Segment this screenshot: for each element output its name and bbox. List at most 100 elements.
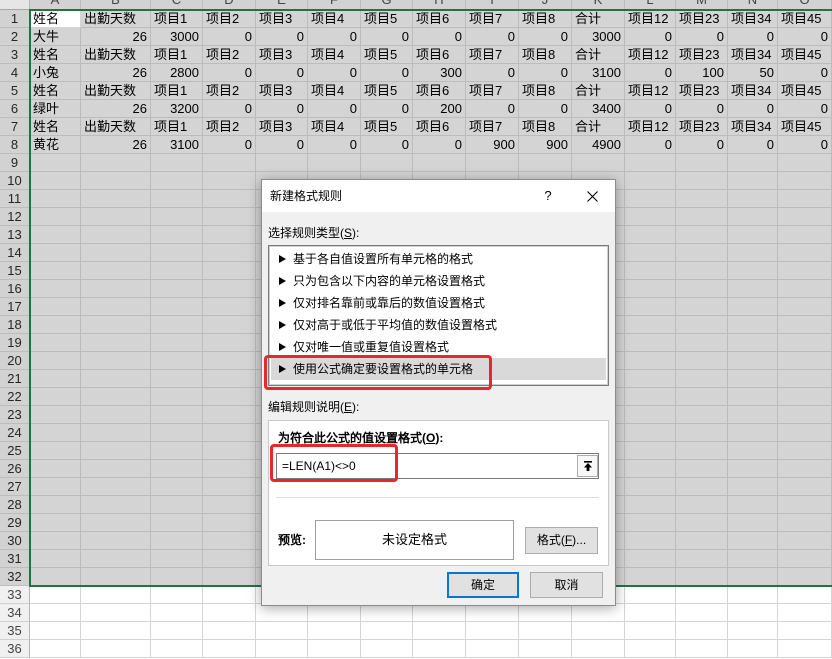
cell[interactable]: 26 — [81, 136, 151, 154]
row-header[interactable]: 11 — [0, 190, 30, 208]
rule-type-item[interactable]: 只为包含以下内容的单元格设置格式 — [271, 270, 606, 292]
cell[interactable] — [676, 316, 728, 334]
cell[interactable] — [728, 622, 778, 640]
cell[interactable] — [676, 226, 728, 244]
cell[interactable]: 0 — [361, 136, 413, 154]
row-header[interactable]: 7 — [0, 118, 30, 136]
row-header[interactable]: 16 — [0, 280, 30, 298]
cell[interactable] — [676, 190, 728, 208]
cell[interactable] — [30, 190, 81, 208]
cell[interactable]: 项目8 — [519, 82, 572, 100]
cell[interactable]: 项目3 — [256, 118, 308, 136]
cell[interactable] — [81, 550, 151, 568]
cell[interactable]: 项目3 — [256, 82, 308, 100]
formula-field[interactable] — [276, 453, 599, 479]
cell[interactable] — [81, 388, 151, 406]
cell[interactable]: 900 — [466, 136, 519, 154]
cell[interactable] — [625, 334, 676, 352]
cell[interactable] — [676, 442, 728, 460]
cell[interactable] — [728, 316, 778, 334]
cell[interactable]: 项目8 — [519, 10, 572, 28]
cell[interactable] — [30, 640, 81, 658]
cell[interactable] — [778, 424, 832, 442]
cell[interactable] — [625, 604, 676, 622]
cell[interactable] — [81, 262, 151, 280]
cell[interactable] — [151, 370, 203, 388]
cell[interactable] — [203, 316, 256, 334]
cell[interactable]: 3100 — [572, 64, 625, 82]
cell[interactable] — [676, 424, 728, 442]
cell[interactable] — [30, 604, 81, 622]
cell[interactable]: 0 — [519, 28, 572, 46]
cell[interactable]: 项目12 — [625, 10, 676, 28]
cell[interactable] — [676, 532, 728, 550]
row-header[interactable]: 14 — [0, 244, 30, 262]
cell[interactable]: 0 — [361, 64, 413, 82]
cell[interactable]: 0 — [778, 64, 832, 82]
row-header[interactable]: 3 — [0, 46, 30, 64]
cell[interactable]: 项目7 — [466, 10, 519, 28]
cell[interactable] — [203, 496, 256, 514]
row-header[interactable]: 18 — [0, 316, 30, 334]
cell[interactable] — [676, 496, 728, 514]
cell[interactable]: 100 — [676, 64, 728, 82]
cell[interactable] — [81, 154, 151, 172]
cell[interactable] — [728, 460, 778, 478]
cell[interactable] — [81, 424, 151, 442]
cell[interactable]: 项目34 — [728, 118, 778, 136]
cell[interactable] — [151, 334, 203, 352]
cell[interactable] — [203, 334, 256, 352]
cell[interactable] — [81, 460, 151, 478]
cell[interactable]: 合计 — [572, 46, 625, 64]
cell[interactable] — [676, 604, 728, 622]
cell[interactable]: 项目45 — [778, 82, 832, 100]
cell[interactable] — [728, 154, 778, 172]
cell[interactable]: 0 — [308, 64, 361, 82]
cell[interactable]: 姓名 — [30, 46, 81, 64]
cell[interactable] — [30, 352, 81, 370]
help-button[interactable]: ? — [525, 180, 571, 212]
cell[interactable]: 项目5 — [361, 118, 413, 136]
row-header[interactable]: 9 — [0, 154, 30, 172]
cell[interactable] — [151, 226, 203, 244]
cell[interactable] — [728, 532, 778, 550]
cell[interactable]: 0 — [203, 28, 256, 46]
cell[interactable]: 0 — [519, 64, 572, 82]
cell[interactable] — [151, 532, 203, 550]
cell[interactable] — [81, 586, 151, 604]
cell[interactable] — [676, 352, 728, 370]
cell[interactable]: 项目23 — [676, 10, 728, 28]
cell[interactable] — [625, 172, 676, 190]
column-header[interactable]: B — [81, 0, 151, 10]
cell[interactable]: 0 — [256, 64, 308, 82]
cell[interactable] — [676, 640, 728, 658]
cell[interactable] — [81, 208, 151, 226]
cell[interactable]: 3200 — [151, 100, 203, 118]
cell[interactable]: 黄花 — [30, 136, 81, 154]
row-header[interactable]: 29 — [0, 514, 30, 532]
row-header[interactable]: 26 — [0, 460, 30, 478]
cell[interactable] — [256, 604, 308, 622]
cell[interactable] — [81, 514, 151, 532]
cell[interactable] — [676, 298, 728, 316]
cell[interactable]: 0 — [676, 136, 728, 154]
cell[interactable]: 项目23 — [676, 118, 728, 136]
cell[interactable] — [81, 406, 151, 424]
cell[interactable]: 900 — [519, 136, 572, 154]
cell[interactable] — [778, 262, 832, 280]
cell[interactable]: 项目6 — [413, 46, 466, 64]
cell[interactable] — [30, 262, 81, 280]
rule-type-item[interactable]: 基于各自值设置所有单元格的格式 — [271, 248, 606, 270]
cell[interactable] — [676, 550, 728, 568]
cell[interactable] — [151, 424, 203, 442]
cell[interactable] — [778, 172, 832, 190]
cell[interactable] — [203, 514, 256, 532]
cell[interactable] — [151, 478, 203, 496]
cell[interactable] — [625, 262, 676, 280]
row-header[interactable]: 27 — [0, 478, 30, 496]
cell[interactable]: 绿叶 — [30, 100, 81, 118]
cell[interactable] — [728, 172, 778, 190]
cell[interactable] — [81, 532, 151, 550]
cell[interactable] — [203, 568, 256, 586]
cell[interactable] — [625, 496, 676, 514]
